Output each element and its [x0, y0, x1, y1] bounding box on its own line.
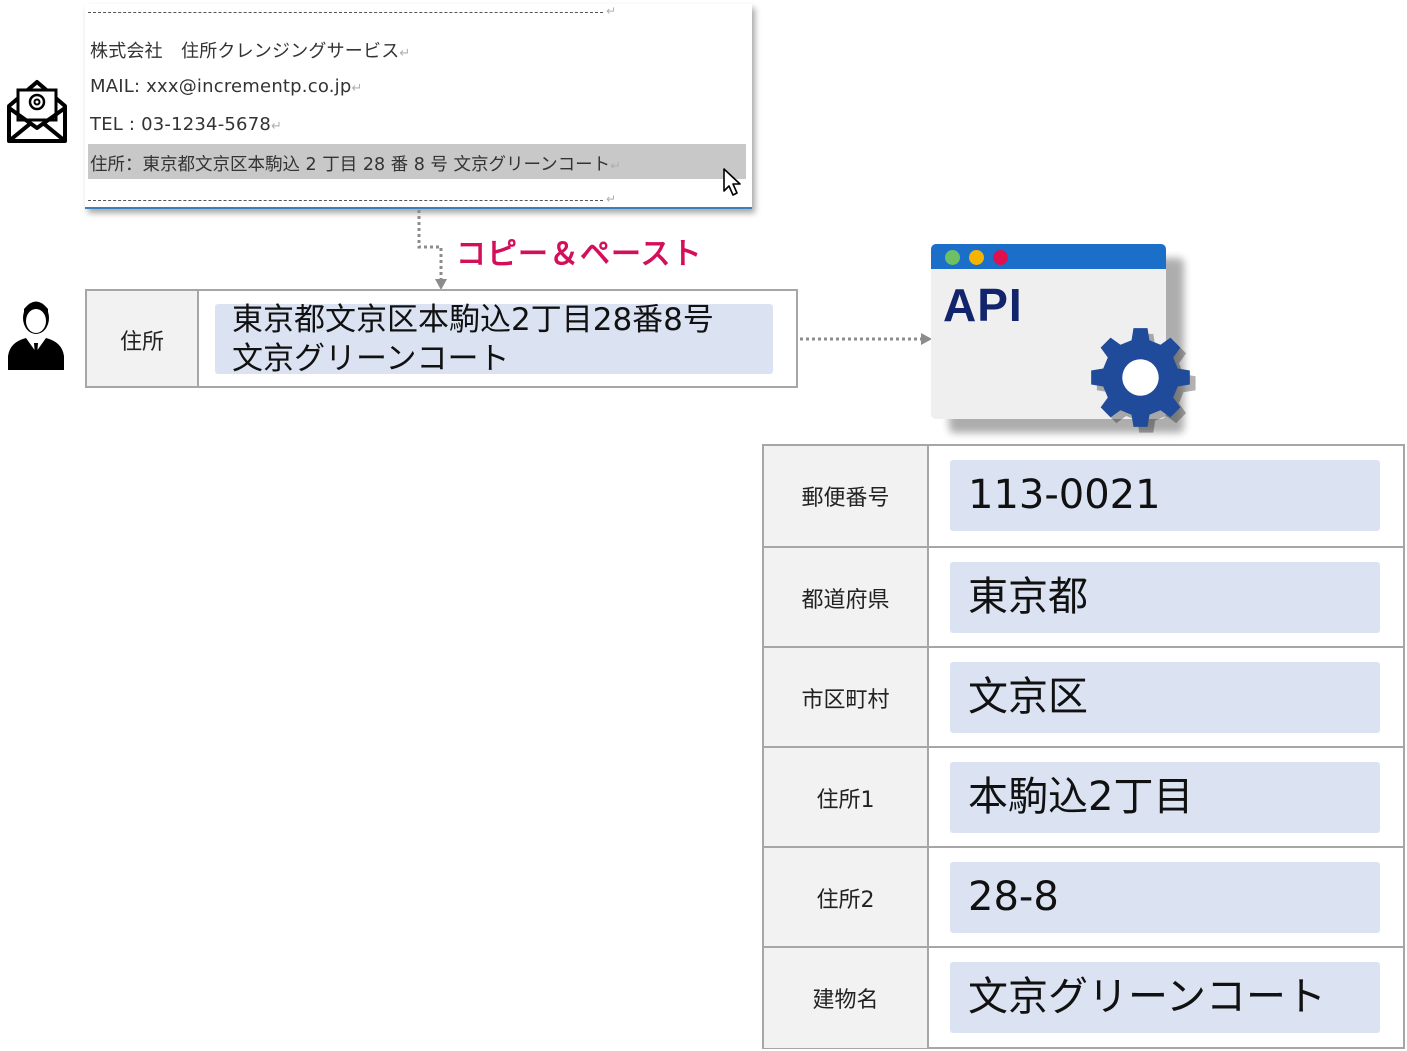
return-mark: ↵ [606, 4, 617, 18]
result-row: 住所1 本駒込2丁目 [764, 746, 1403, 848]
address-input-value: 東京都文京区本駒込2丁目28番8号 文京グリーンコート [232, 301, 714, 379]
result-value: 113-0021 [968, 472, 1161, 518]
result-value: 文京区 [968, 674, 1088, 720]
result-label: 建物名 [812, 988, 879, 1013]
address-label-cell: 住所 [87, 291, 199, 386]
result-label-cell: 郵便番号 [764, 446, 929, 546]
result-row: 住所2 28-8 [764, 846, 1403, 948]
result-label: 住所1 [816, 788, 875, 813]
result-label-cell: 住所2 [764, 848, 929, 948]
result-label-cell: 住所1 [764, 748, 929, 848]
email-address-line[interactable]: 住所：東京都文京区本駒込 2 丁目 28 番 8 号 文京グリーンコート↵ [90, 151, 621, 176]
email-signature-card: ↵ 株式会社 住所クレンジングサービス↵ MAIL: xxx@increment… [85, 4, 752, 209]
return-mark: ↵ [399, 46, 411, 61]
return-mark: ↵ [271, 119, 283, 134]
copy-paste-label: コピー＆ペースト [456, 237, 703, 272]
return-mark: ↵ [351, 81, 363, 96]
email-tel-text: TEL : 03-1234-5678 [90, 114, 272, 135]
result-label-cell: 都道府県 [764, 548, 929, 648]
address-form-row: 住所 東京都文京区本駒込2丁目28番8号 文京グリーンコート [85, 289, 798, 388]
email-bottom-border [85, 207, 752, 209]
diagram-canvas: ↵ 株式会社 住所クレンジングサービス↵ MAIL: xxx@increment… [0, 0, 1407, 1051]
address-label: 住所 [119, 330, 164, 355]
address-value-line2: 文京グリーンコート [232, 341, 510, 377]
email-company-text: 株式会社 住所クレンジングサービス [90, 41, 400, 62]
gear-icon [1091, 328, 1196, 433]
result-row: 市区町村 文京区 [764, 646, 1403, 748]
email-divider-bottom [88, 200, 603, 201]
result-row: 都道府県 東京都 [764, 546, 1403, 648]
email-mail-text: MAIL: xxx@incrementp.co.jp [90, 76, 352, 97]
result-row: 建物名 文京グリーンコート [764, 946, 1403, 1048]
email-divider-top [88, 12, 603, 13]
result-label-cell: 建物名 [764, 948, 929, 1048]
email-address-text: 住所：東京都文京区本駒込 2 丁目 28 番 8 号 文京グリーンコート [90, 155, 611, 175]
result-value: 文京グリーンコート [968, 974, 1326, 1020]
email-company-line: 株式会社 住所クレンジングサービス↵ [90, 37, 411, 63]
result-label: 都道府県 [801, 588, 890, 613]
result-value: 28-8 [968, 874, 1059, 920]
window-dot-green [945, 250, 960, 265]
api-label: API [943, 279, 1023, 331]
return-mark: ↵ [606, 192, 617, 206]
email-tel-line: TEL : 03-1234-5678↵ [90, 114, 282, 135]
result-label: 市区町村 [801, 688, 890, 713]
address-value-line1: 東京都文京区本駒込2丁目28番8号 [232, 302, 714, 338]
result-value: 東京都 [968, 574, 1088, 620]
result-table: 郵便番号 113-0021 都道府県 東京都市区町村 文京区住所1 本駒込2丁目住所2 28… [762, 444, 1405, 1049]
cursor-icon [723, 168, 741, 196]
result-label: 住所2 [816, 888, 875, 913]
user-icon [8, 301, 64, 370]
mail-open-icon [7, 80, 67, 143]
email-mail-line: MAIL: xxx@incrementp.co.jp↵ [90, 76, 363, 97]
result-label: 郵便番号 [801, 486, 890, 511]
result-row: 郵便番号 113-0021 [764, 446, 1403, 546]
api-titlebar [931, 244, 1166, 269]
window-dot-red [993, 250, 1008, 265]
return-mark: ↵ [610, 159, 622, 174]
result-value: 本駒込2丁目 [968, 774, 1194, 820]
window-dot-yellow [969, 250, 984, 265]
copy-connector [417, 210, 443, 280]
result-label-cell: 市区町村 [764, 648, 929, 748]
